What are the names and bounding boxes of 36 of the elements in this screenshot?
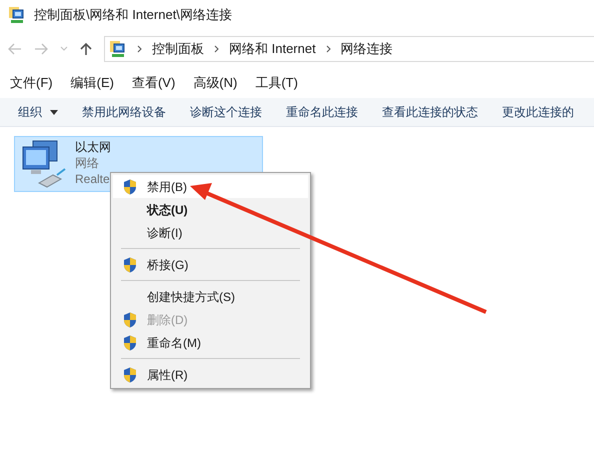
- breadcrumb[interactable]: 网络和 Internet: [229, 39, 316, 59]
- chevron-right-icon: [326, 45, 331, 53]
- window-title: 控制面板\网络和 Internet\网络连接: [34, 6, 232, 24]
- menu-item[interactable]: 查看(V): [132, 73, 176, 93]
- toolbar-button[interactable]: 诊断这个连接: [190, 103, 262, 121]
- context-menu-item[interactable]: 诊断(I): [113, 221, 308, 244]
- address-bar[interactable]: 控制面板 网络和 Internet 网络连接: [104, 36, 594, 62]
- menu-item[interactable]: 文件(F): [10, 73, 53, 93]
- adapter-network: 网络: [75, 155, 100, 171]
- menu-item[interactable]: 高级(N): [193, 73, 238, 93]
- context-menu-item[interactable]: 桥接(G): [113, 253, 308, 276]
- context-menu-item[interactable]: 状态(U): [113, 198, 308, 221]
- chevron-down-icon[interactable]: [60, 46, 68, 52]
- context-menu-item[interactable]: 属性(R): [113, 363, 308, 386]
- breadcrumb[interactable]: 控制面板: [152, 39, 204, 59]
- organize-menu-button[interactable]: 组织: [18, 103, 58, 121]
- network-folder-icon: [109, 40, 127, 58]
- context-menu-item[interactable]: 创建快捷方式(S): [113, 285, 308, 308]
- breadcrumb[interactable]: 网络连接: [340, 39, 393, 59]
- toolbar-button[interactable]: 禁用此网络设备: [82, 103, 166, 121]
- forward-icon[interactable]: [34, 43, 48, 55]
- chevron-right-icon: [137, 45, 142, 53]
- network-folder-icon: [8, 6, 26, 24]
- context-menu-item[interactable]: 重命名(M): [113, 331, 308, 354]
- adapter-name: 以太网: [75, 139, 111, 155]
- toolbar-button[interactable]: 更改此连接的: [502, 103, 574, 121]
- toolbar-button[interactable]: 查看此连接的状态: [382, 103, 478, 121]
- menu-item[interactable]: 工具(T): [255, 73, 298, 93]
- up-arrow-icon[interactable]: [80, 42, 92, 56]
- menu-item[interactable]: 编辑(E): [70, 73, 114, 93]
- chevron-right-icon: [214, 45, 219, 53]
- adapter-device: Realte: [75, 171, 111, 187]
- caret-icon: [50, 110, 58, 114]
- toolbar-button[interactable]: 重命名此连接: [286, 103, 358, 121]
- context-menu-item[interactable]: 禁用(B): [113, 175, 308, 198]
- back-icon[interactable]: [8, 43, 22, 55]
